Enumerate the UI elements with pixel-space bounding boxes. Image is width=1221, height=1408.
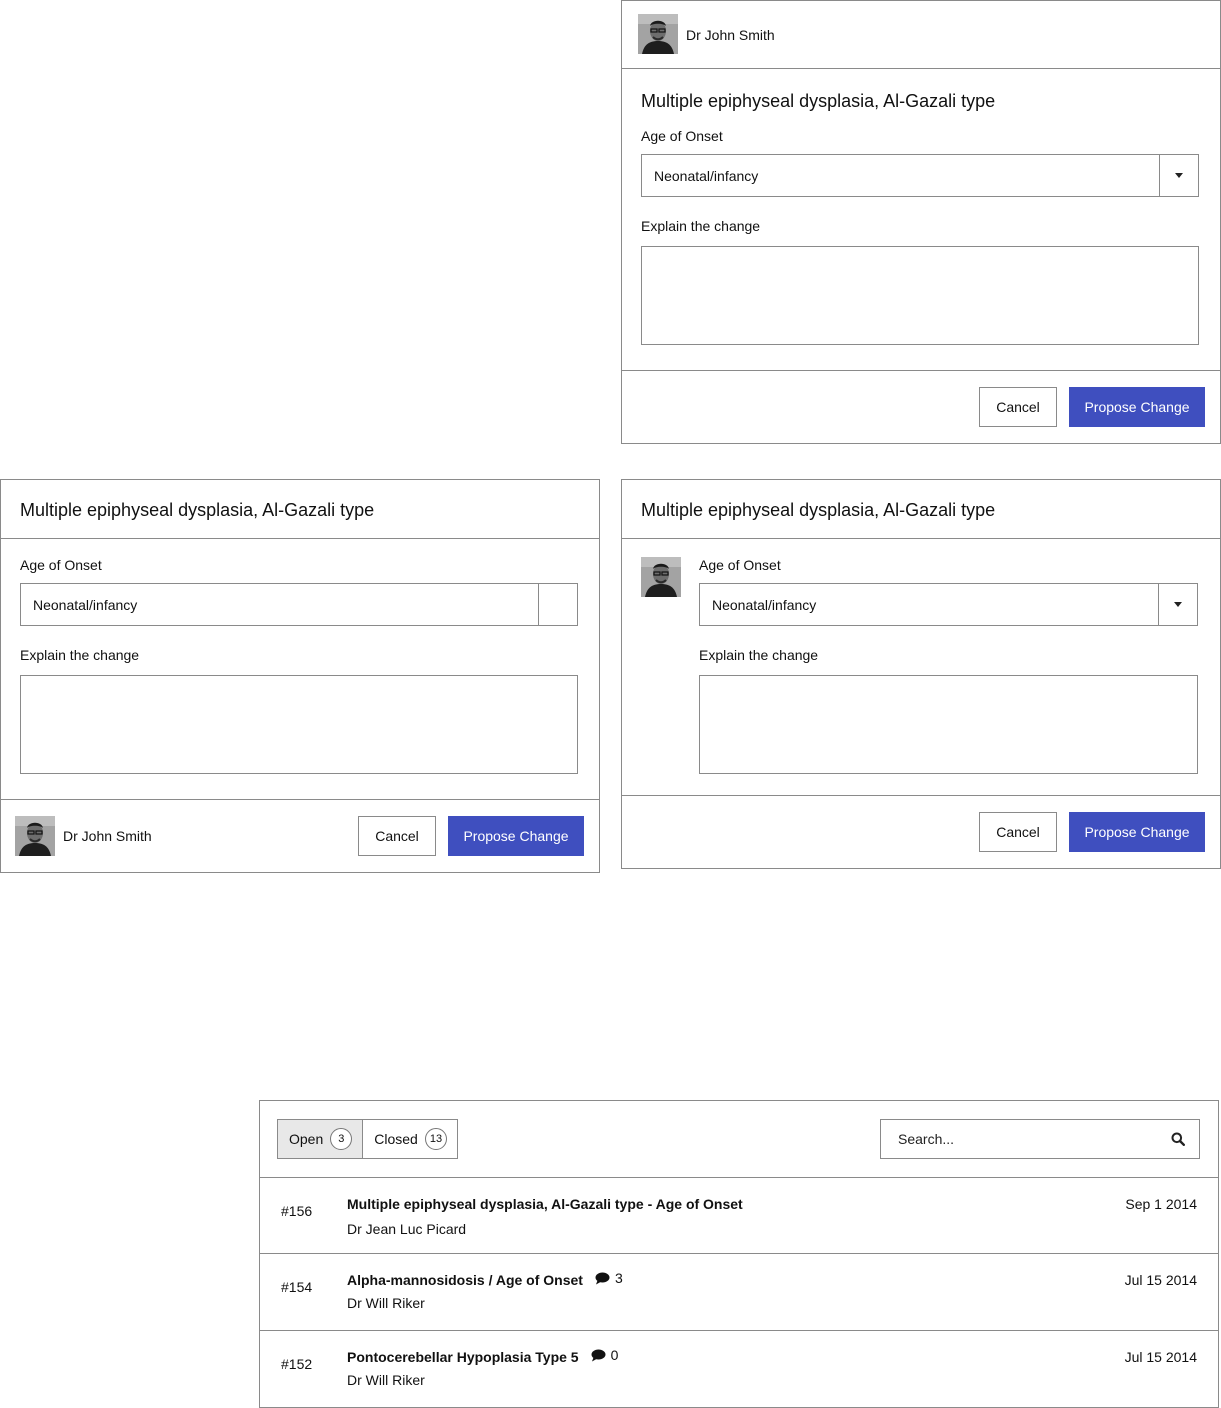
cancel-button[interactable]: Cancel [358,816,436,856]
divider [622,538,1220,539]
issue-title[interactable]: Pontocerebellar Hypoplasia Type 5 0 [347,1347,619,1365]
search-box [880,1119,1200,1159]
proposal-title: Multiple epiphyseal dysplasia, Al-Gazali… [20,500,375,520]
issue-date: Jul 15 2014 [1124,1349,1197,1365]
divider [1,538,599,539]
cancel-button[interactable]: Cancel [979,812,1057,852]
explain-textarea[interactable] [20,675,578,774]
user-avatar [15,816,55,856]
proposal-title: Multiple epiphyseal dysplasia, Al-Gazali… [641,91,996,111]
cancel-button[interactable]: Cancel [979,387,1057,427]
field-label: Age of Onset [20,557,102,573]
user-avatar [641,557,681,597]
issue-title-text: Multiple epiphyseal dysplasia, Al-Gazali… [347,1196,743,1212]
field-label: Age of Onset [641,128,723,144]
status-filter: Open 3 Closed 13 [277,1119,459,1159]
search-icon[interactable] [1171,1132,1186,1151]
select-value: Neonatal/infancy [654,168,759,184]
issue-author: Dr Will Riker [347,1372,425,1388]
issue-title[interactable]: Alpha-mannosidosis / Age of Onset 3 [347,1270,623,1288]
select-toggle[interactable] [538,584,577,625]
comment-icon [595,1272,610,1284]
divider [622,795,1220,796]
divider [622,370,1220,371]
issue-date: Jul 15 2014 [1124,1272,1197,1288]
age-of-onset-select[interactable]: Neonatal/infancy [699,583,1198,626]
explain-label: Explain the change [20,647,140,663]
propose-change-button[interactable]: Propose Change [1069,812,1205,852]
caret-down-icon [1175,173,1183,178]
avatar-photo-icon [638,14,678,54]
comment-count-value: 3 [614,1270,623,1286]
select-toggle[interactable] [1159,155,1198,196]
explain-textarea[interactable] [641,246,1199,345]
count-badge: 13 [424,1128,448,1150]
select-value: Neonatal/infancy [33,597,138,613]
proposal-title: Multiple epiphyseal dysplasia, Al-Gazali… [641,500,996,520]
explain-label: Explain the change [641,218,761,234]
tab-open[interactable]: Open 3 [278,1120,363,1158]
issue-number: #152 [281,1356,313,1372]
field-label: Age of Onset [699,557,781,573]
explain-textarea[interactable] [699,675,1198,774]
proposal-card-avatar-side: Multiple epiphyseal dysplasia, Al-Gazali… [621,479,1221,869]
comment-icon [591,1349,606,1361]
comment-count: 3 [595,1270,623,1286]
issue-title-text: Alpha-mannosidosis / Age of Onset [347,1272,583,1288]
issue-number: #154 [281,1279,313,1295]
avatar-photo-icon [641,557,681,597]
propose-change-button[interactable]: Propose Change [448,816,584,856]
age-of-onset-select[interactable]: Neonatal/infancy [20,583,578,626]
change-requests-panel: Open 3 Closed 13 #156 Multiple epiphysea… [259,1100,1219,1408]
comment-count-value: 0 [610,1347,619,1363]
tab-label: Open [289,1131,324,1147]
issue-row[interactable]: #154 Alpha-mannosidosis / Age of Onset 3… [260,1254,1218,1330]
user-name: Dr John Smith [686,27,775,43]
issue-number: #156 [281,1203,313,1219]
issue-author: Dr Will Riker [347,1295,425,1311]
count-badge: 3 [330,1128,353,1150]
select-value: Neonatal/infancy [712,597,817,613]
search-input[interactable] [881,1120,1168,1158]
issue-row[interactable]: #152 Pontocerebellar Hypoplasia Type 5 0… [260,1331,1218,1407]
issue-date: Sep 1 2014 [1125,1196,1197,1212]
tab-closed[interactable]: Closed 13 [362,1120,457,1158]
proposal-card-avatar-header: Dr John Smith Multiple epiphyseal dyspla… [621,0,1221,444]
age-of-onset-select[interactable]: Neonatal/infancy [641,154,1199,197]
issue-row[interactable]: #156 Multiple epiphyseal dysplasia, Al-G… [260,1178,1218,1254]
divider [1,799,599,800]
user-name: Dr John Smith [63,828,152,844]
issue-title[interactable]: Multiple epiphyseal dysplasia, Al-Gazali… [347,1196,743,1212]
avatar-photo-icon [15,816,55,856]
comment-count: 0 [591,1347,619,1363]
explain-label: Explain the change [699,647,819,663]
issue-title-text: Pontocerebellar Hypoplasia Type 5 [347,1349,579,1365]
propose-change-button[interactable]: Propose Change [1069,387,1205,427]
tab-label: Closed [374,1131,418,1147]
user-avatar [638,14,678,54]
proposal-card-avatar-footer: Multiple epiphyseal dysplasia, Al-Gazali… [0,479,600,873]
divider [622,68,1220,69]
caret-down-icon [1174,602,1182,607]
select-toggle[interactable] [1158,584,1197,625]
issue-author: Dr Jean Luc Picard [347,1221,467,1237]
